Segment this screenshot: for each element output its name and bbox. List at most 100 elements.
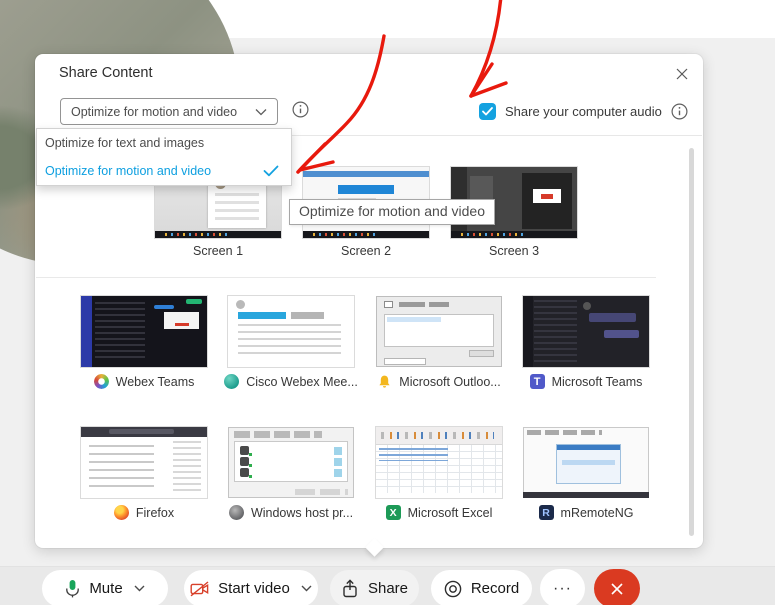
app-label-text: Cisco Webex Mee...	[246, 374, 358, 389]
thumbnail-art	[88, 445, 155, 490]
thumbnail-art	[238, 311, 286, 319]
cisco-webex-preview	[228, 296, 354, 367]
share-audio-row: Share your computer audio	[479, 103, 688, 120]
outlook-preview	[376, 296, 502, 367]
thumbnail-art	[338, 185, 394, 194]
chevron-down-icon[interactable]	[301, 585, 312, 592]
app-firefox[interactable]: Firefox	[71, 427, 217, 520]
thumbnail-art	[583, 301, 592, 310]
app-microsoft-teams[interactable]: T Microsoft Teams	[513, 296, 659, 389]
share-audio-checkbox[interactable]	[479, 103, 496, 120]
record-button[interactable]: Record	[431, 570, 532, 605]
thumbnail-art	[521, 172, 572, 230]
record-label: Record	[470, 580, 520, 597]
thumbnail-art	[398, 301, 450, 308]
menu-item-label: Optimize for motion and video	[45, 164, 212, 178]
screen-1-label: Screen 1	[192, 244, 244, 258]
firefox-icon	[113, 505, 129, 520]
app-label-text: Firefox	[135, 505, 175, 520]
optimize-tooltip: Optimize for motion and video	[289, 199, 495, 225]
thumbnail-art	[378, 448, 448, 462]
thumbnail-art	[383, 314, 495, 348]
chevron-down-icon[interactable]	[134, 585, 145, 592]
app-label-text: Microsoft Excel	[407, 505, 493, 520]
share-button[interactable]: Share	[330, 570, 419, 605]
scrollbar-thumb[interactable]	[689, 148, 694, 536]
microphone-icon	[66, 580, 80, 598]
mute-button[interactable]: Mute	[42, 570, 168, 605]
screen-2-label: Screen 2	[340, 244, 392, 258]
thumbnail-art	[383, 300, 393, 308]
menu-item-motion-and-video[interactable]: Optimize for motion and video	[37, 157, 291, 185]
audio-info-icon[interactable]	[671, 103, 688, 120]
thumbnail-art	[239, 445, 343, 455]
share-label: Share	[367, 580, 409, 597]
more-options-dots: ···	[553, 579, 572, 597]
ms-teams-preview	[523, 296, 649, 367]
thumbnail-art	[376, 427, 502, 446]
thumbnail-art	[239, 467, 343, 477]
optimize-dropdown-value: Optimize for motion and video	[71, 104, 238, 119]
outlook-reminder-bell-icon	[379, 375, 390, 388]
webex-teams-preview	[81, 296, 207, 367]
firefox-preview	[81, 427, 207, 498]
dialog-title: Share Content	[59, 65, 153, 81]
app-webex-teams[interactable]: Webex Teams	[71, 296, 217, 389]
thumbnail-art	[383, 358, 427, 365]
more-options-button[interactable]: ···	[540, 569, 585, 605]
menu-item-label: Optimize for text and images	[45, 136, 205, 150]
selected-checkmark-icon	[263, 165, 279, 177]
thumbnail-art	[526, 429, 603, 435]
app-label-text: Microsoft Outloo...	[399, 374, 501, 389]
mremoteng-preview	[523, 427, 649, 498]
thumbnail-art	[555, 444, 622, 484]
thumbnail-art	[81, 296, 93, 367]
thumbnail-art	[523, 492, 649, 498]
optimize-dropdown-menu: Optimize for text and images Optimize fo…	[36, 128, 292, 186]
app-microsoft-excel[interactable]: X Microsoft Excel	[366, 427, 512, 520]
optimize-info-icon[interactable]	[292, 101, 309, 118]
app-cisco-webex-meetings[interactable]: Cisco Webex Mee...	[218, 296, 364, 389]
close-button[interactable]	[671, 63, 693, 85]
cisco-webex-icon	[224, 374, 240, 389]
screen-3-label: Screen 3	[488, 244, 540, 258]
windows-host-preview	[228, 427, 354, 498]
thumbnail-art	[469, 349, 495, 358]
webex-meeting-window: Mute Start video Share Record ··· Share …	[0, 0, 775, 605]
record-icon	[444, 580, 462, 597]
thumbnail-art	[185, 298, 202, 304]
thumbnail-art	[588, 313, 637, 323]
excel-preview	[376, 427, 502, 498]
thumbnail-art	[94, 301, 146, 362]
app-label-text: Microsoft Teams	[551, 374, 643, 389]
microsoft-teams-icon: T	[529, 374, 545, 389]
menu-item-text-and-images[interactable]: Optimize for text and images	[37, 129, 291, 157]
thumbnail-art	[238, 324, 342, 356]
share-icon	[343, 579, 357, 598]
app-mremoteng[interactable]: R mRemoteNG	[513, 427, 659, 520]
thumbnail-art	[239, 456, 343, 466]
mute-label: Mute	[89, 580, 123, 597]
app-label-text: Windows host pr...	[250, 505, 354, 520]
thumbnail-taskbar	[155, 231, 281, 238]
thumbnail-taskbar	[303, 231, 429, 238]
thumbnail-art	[154, 304, 175, 310]
optimize-dropdown[interactable]: Optimize for motion and video	[60, 98, 278, 125]
app-windows-host-process[interactable]: Windows host pr...	[218, 427, 364, 520]
checkmark-icon	[482, 107, 493, 116]
thumbnail-art	[234, 441, 348, 483]
thumbnail-art	[303, 171, 429, 177]
thumbnail-taskbar	[451, 231, 577, 238]
section-divider	[36, 277, 656, 278]
thumbnail-art	[294, 488, 348, 496]
webex-teams-icon	[93, 374, 109, 389]
excel-icon: X	[385, 505, 401, 520]
end-call-button[interactable]	[594, 569, 640, 605]
start-video-button[interactable]: Start video	[184, 570, 318, 605]
app-microsoft-outlook[interactable]: Microsoft Outloo...	[366, 296, 512, 389]
share-audio-label: Share your computer audio	[505, 104, 662, 119]
app-label-text: Webex Teams	[115, 374, 195, 389]
app-label-text: mRemoteNG	[560, 505, 634, 520]
thumbnail-art	[291, 311, 324, 319]
thumbnail-art	[235, 300, 245, 310]
